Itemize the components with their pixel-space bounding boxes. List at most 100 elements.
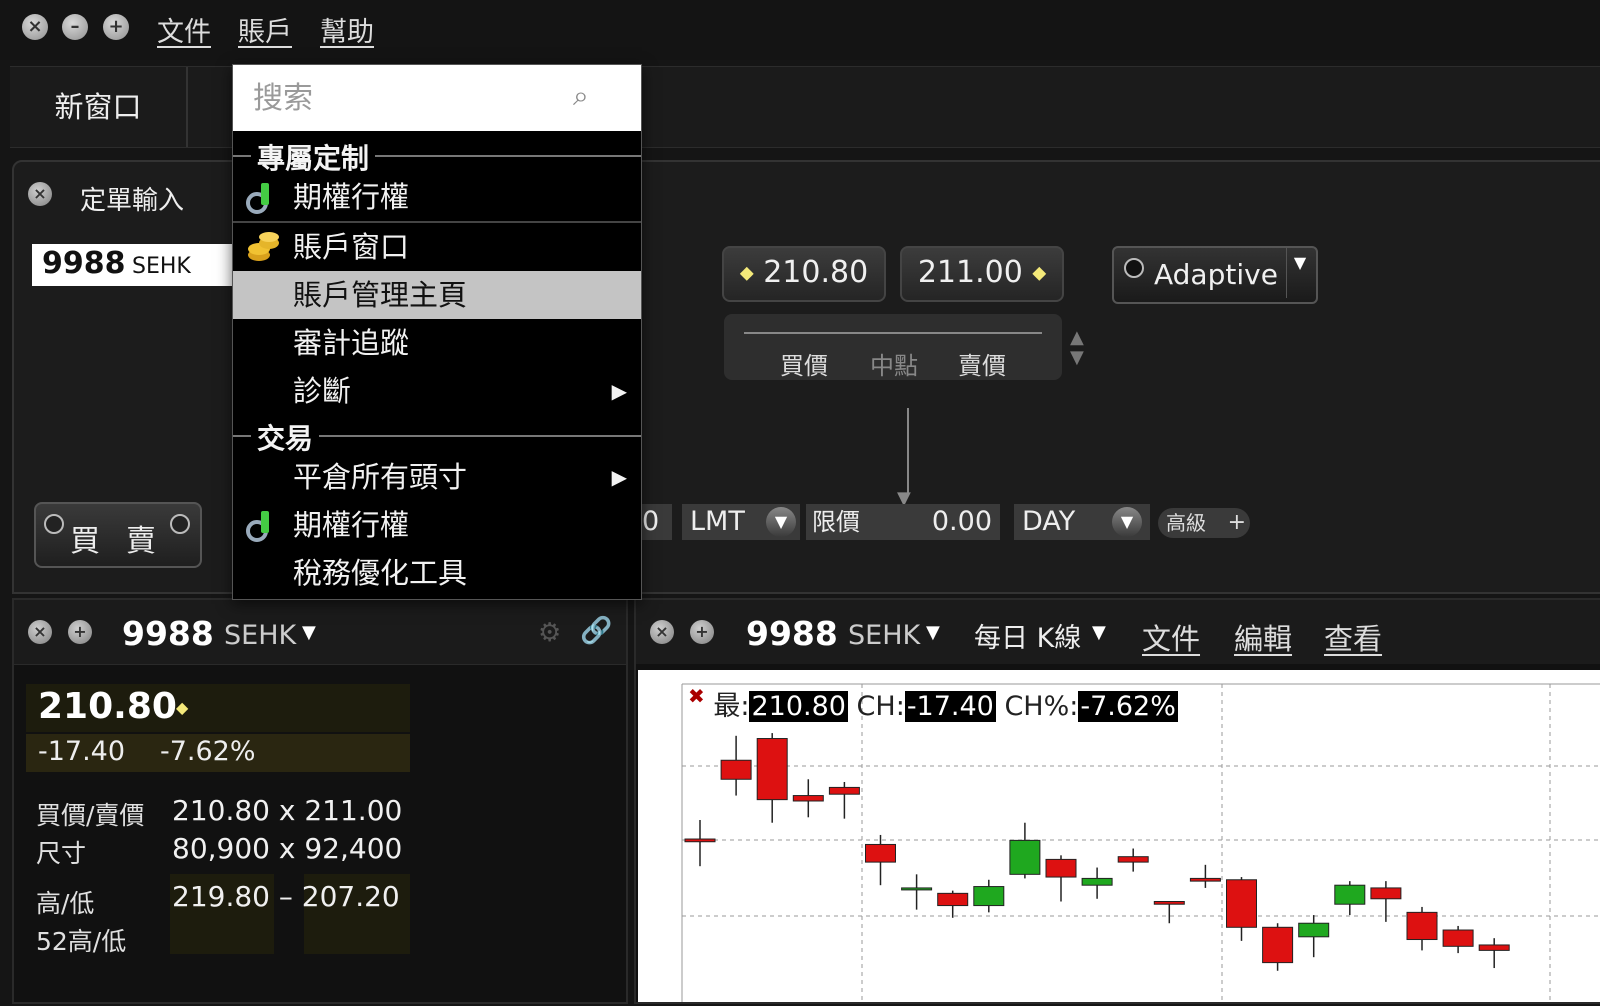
order-type-select[interactable]: LMT ▼ bbox=[682, 504, 800, 540]
candle-body[interactable] bbox=[901, 887, 933, 891]
close-legend-icon[interactable]: ✖ bbox=[688, 684, 705, 708]
candle-body[interactable] bbox=[1009, 839, 1041, 875]
candle-body[interactable] bbox=[1406, 911, 1438, 941]
options-exercise-icon bbox=[246, 511, 269, 542]
candle-body[interactable] bbox=[865, 843, 896, 863]
section-trading-label: 交易 bbox=[251, 417, 320, 457]
section-custom: 專屬定制 bbox=[233, 137, 641, 177]
sell-radio-icon[interactable] bbox=[170, 514, 190, 534]
link-icon[interactable]: 🔗 bbox=[580, 616, 612, 646]
candle-body[interactable] bbox=[1298, 922, 1330, 938]
close-window-icon[interactable]: × bbox=[22, 14, 48, 40]
candle-body[interactable] bbox=[1478, 944, 1510, 951]
chart-menu-file[interactable]: 文件 bbox=[1142, 616, 1200, 658]
coins-icon bbox=[248, 232, 279, 261]
close-panel-icon[interactable]: × bbox=[28, 620, 52, 644]
quote-header: × + 9988 SEHK ▼ ⚙ 🔗 bbox=[14, 600, 626, 665]
algo-dropdown-icon[interactable]: ▼ bbox=[1286, 248, 1313, 298]
legend-ch-value: -17.40 bbox=[904, 691, 996, 722]
symbol-input[interactable]: 9988 SEHK bbox=[32, 244, 240, 286]
menu-item-label: 賬戶管理主頁 bbox=[293, 278, 468, 312]
menu-account[interactable]: 賬戶 bbox=[238, 10, 292, 49]
change-value: -17.40 bbox=[38, 736, 126, 767]
chevron-down-icon[interactable]: ▼ bbox=[926, 622, 940, 643]
gear-icon[interactable]: ⚙ bbox=[538, 618, 561, 648]
candle-body[interactable] bbox=[973, 886, 1005, 907]
candle-body[interactable] bbox=[1153, 900, 1185, 905]
candle-body[interactable] bbox=[1117, 856, 1149, 863]
quantity-field[interactable]: 0 bbox=[642, 504, 672, 540]
menu-item-options-exercise[interactable]: 期權行權 bbox=[233, 173, 641, 221]
legend-last-label: 最: bbox=[713, 691, 750, 722]
limit-price-field[interactable]: 限價 0.00 bbox=[806, 504, 1000, 540]
menu-item-audit-trail[interactable]: 審計追蹤 bbox=[233, 319, 641, 367]
minimize-window-icon[interactable]: – bbox=[62, 14, 88, 40]
candle-body[interactable] bbox=[756, 738, 788, 801]
sell-label: 賣 bbox=[126, 524, 156, 559]
chart-menu-edit[interactable]: 編輯 bbox=[1234, 616, 1292, 658]
52wk-label: 52高/低 bbox=[36, 927, 127, 956]
chart-symbol: 9988 bbox=[746, 614, 838, 653]
add-panel-icon[interactable]: + bbox=[68, 620, 92, 644]
candle-body[interactable] bbox=[1045, 858, 1077, 878]
ask-price-button[interactable]: 211.00 ◆ bbox=[900, 246, 1064, 302]
hilo-value: 219.80 – 207.20 bbox=[172, 880, 400, 913]
candle-body[interactable] bbox=[1081, 877, 1113, 886]
close-panel-icon[interactable]: × bbox=[28, 182, 52, 206]
chevron-down-icon[interactable]: ▼ bbox=[766, 507, 796, 537]
bid-price-button[interactable]: ◆ 210.80 bbox=[722, 246, 886, 302]
candle-body[interactable] bbox=[1334, 884, 1366, 905]
chart-area[interactable]: ✖ 最:210.80 CH:-17.40 CH%:-7.62% bbox=[638, 670, 1600, 1002]
menu-item-diagnostics[interactable]: 診斷 ▶ bbox=[233, 367, 641, 415]
chevron-down-icon[interactable]: ▼ bbox=[1092, 622, 1106, 643]
new-window-button[interactable]: 新窗口 bbox=[10, 67, 188, 147]
search-input[interactable] bbox=[251, 75, 565, 121]
buy-sell-toggle[interactable]: 買 賣 bbox=[34, 502, 202, 568]
chart-period[interactable]: 每日 K線 bbox=[974, 616, 1081, 655]
menu-help[interactable]: 幫助 bbox=[320, 10, 374, 49]
candle-body[interactable] bbox=[1370, 887, 1402, 900]
candle-body[interactable] bbox=[937, 892, 969, 907]
tif-value: DAY bbox=[1022, 506, 1076, 537]
maximize-window-icon[interactable]: + bbox=[103, 14, 129, 40]
stepper-arrows-icon[interactable]: ▲ ▼ bbox=[1070, 328, 1084, 368]
buy-radio-icon[interactable] bbox=[44, 514, 64, 534]
chart-header: × + 9988 SEHK ▼ 每日 K線 ▼ 文件 編輯 查看 bbox=[636, 600, 1600, 664]
search-icon[interactable]: ⌕ bbox=[573, 79, 589, 113]
diamond-icon: ◆ bbox=[1032, 262, 1047, 284]
algo-radio-icon[interactable] bbox=[1124, 258, 1144, 278]
menu-file[interactable]: 文件 bbox=[157, 10, 211, 49]
chevron-down-icon[interactable]: ▼ bbox=[1112, 507, 1142, 537]
candle-body[interactable] bbox=[1262, 926, 1294, 964]
quote-exchange: SEHK bbox=[224, 620, 297, 651]
candle-body[interactable] bbox=[1226, 879, 1257, 928]
advanced-button[interactable]: 高級 + bbox=[1158, 508, 1250, 538]
candle-body[interactable] bbox=[684, 838, 716, 843]
close-panel-icon[interactable]: × bbox=[650, 620, 674, 644]
menu-item-tax-tool[interactable]: 稅務優化工具 bbox=[233, 549, 641, 597]
algo-selector[interactable]: Adaptive ▼ bbox=[1112, 246, 1318, 304]
chart-menu-view[interactable]: 查看 bbox=[1324, 616, 1382, 658]
candle-body[interactable] bbox=[792, 795, 824, 802]
menu-search-box[interactable]: ⌕ bbox=[233, 65, 641, 131]
candle-body[interactable] bbox=[1189, 877, 1221, 882]
menu-item-close-all-positions[interactable]: 平倉所有頭寸 ▶ bbox=[233, 453, 641, 501]
title-bar: × – + 文件 賬戶 幫助 bbox=[0, 0, 1600, 60]
legend-last-value: 210.80 bbox=[749, 691, 848, 722]
menu-item-account-home[interactable]: 賬戶管理主頁 bbox=[233, 271, 641, 319]
candle-body[interactable] bbox=[1442, 929, 1474, 947]
menu-item-account-window[interactable]: 賬戶窗口 bbox=[233, 223, 641, 271]
candle-body[interactable] bbox=[720, 759, 752, 780]
tif-select[interactable]: DAY ▼ bbox=[1014, 504, 1150, 540]
size-value: 80,900 x 92,400 bbox=[172, 832, 403, 865]
chevron-down-icon[interactable]: ▼ bbox=[302, 622, 316, 643]
bid-price-value: 210.80 bbox=[763, 255, 869, 290]
submenu-arrow-icon: ▶ bbox=[611, 379, 627, 403]
menu-item-options-exercise-2[interactable]: 期權行權 bbox=[233, 501, 641, 549]
order-type-value: LMT bbox=[690, 506, 745, 537]
price-slider[interactable]: 買價 中點 賣價 bbox=[724, 314, 1062, 380]
bid-ask-label: 買價/賣價 bbox=[36, 801, 145, 830]
add-panel-icon[interactable]: + bbox=[690, 620, 714, 644]
candle-body[interactable] bbox=[828, 786, 860, 795]
ask-price-value: 211.00 bbox=[917, 255, 1023, 290]
